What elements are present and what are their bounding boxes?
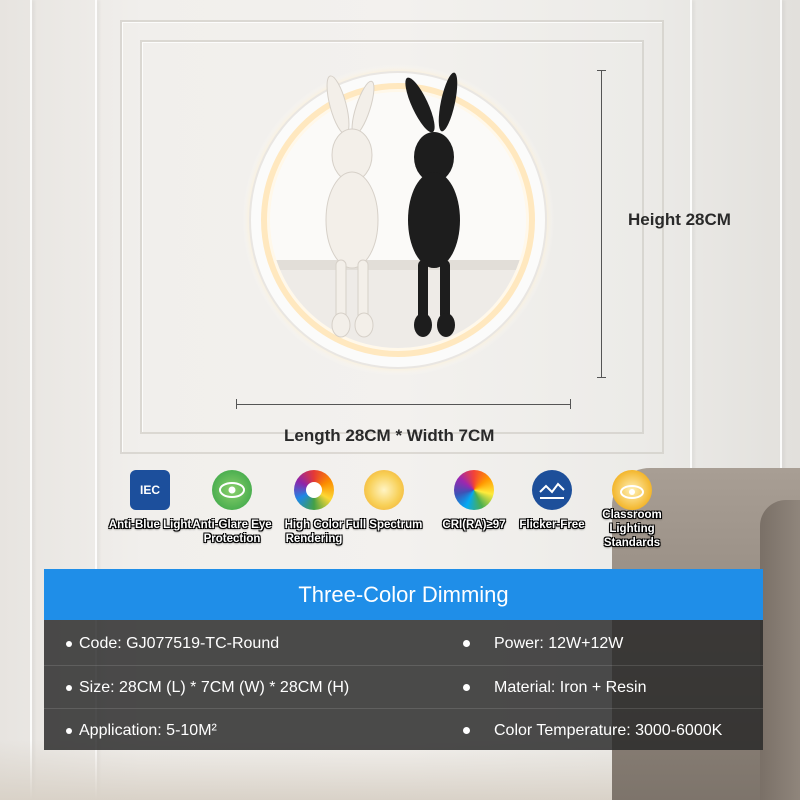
feature-label: Anti-Glare Eye Protection [192, 519, 272, 545]
spec-code: Code: GJ077519-TC-Round [66, 622, 279, 665]
dimming-banner: Three-Color Dimming [44, 569, 763, 620]
bullet-icon [66, 640, 72, 647]
spec-power: Power: 12W+12W [494, 634, 624, 652]
spec-application: Application: 5-10M² [66, 709, 217, 752]
iec-icon: IEC [130, 470, 170, 510]
spec-table: Code: GJ077519-TC-Round Power: 12W+12W S… [44, 620, 763, 750]
feature-anti-glare: Anti-Glare Eye Protection [186, 470, 278, 546]
feature-label: Classroom Lighting Standards [602, 509, 662, 549]
spec-row: Code: GJ077519-TC-Round Power: 12W+12W [44, 622, 763, 665]
height-dimension-line [601, 70, 602, 378]
feature-classroom-lighting: Classroom Lighting Standards [586, 470, 678, 550]
flicker-free-icon [532, 470, 572, 510]
classroom-lighting-icon [612, 470, 652, 510]
eye-protection-icon [212, 470, 252, 510]
spec-size: Size: 28CM (L) * 7CM (W) * 28CM (H) [66, 666, 349, 709]
wall-molding [30, 0, 32, 800]
bullet-icon [66, 727, 72, 734]
banner-title: Three-Color Dimming [298, 581, 509, 607]
wall-lamp-image [242, 64, 554, 376]
sofa-arm [760, 500, 800, 800]
bullet-icon [66, 684, 72, 691]
bullet-icon [463, 684, 470, 691]
dimension-tick [597, 70, 606, 71]
feature-badges: IEC Anti-Blue Light Anti-Glare Eye Prote… [109, 470, 672, 570]
feature-flicker-free: Flicker-Free [506, 470, 598, 532]
size-label: Length 28CM * Width 7CM [284, 426, 495, 445]
color-wheel-icon [294, 470, 334, 510]
spec-row: Application: 5-10M² Color Temperature: 3… [44, 708, 763, 752]
feature-anti-blue-light: IEC Anti-Blue Light [104, 470, 196, 532]
feature-label: Full Spectrum [345, 519, 423, 531]
dimension-tick [236, 399, 237, 409]
spec-color-temperature: Color Temperature: 3000-6000K [494, 721, 723, 739]
length-dimension-line [236, 404, 571, 405]
spec-row: Size: 28CM (L) * 7CM (W) * 28CM (H) Mate… [44, 665, 763, 709]
feature-label: Anti-Blue Light [108, 519, 192, 531]
cri-rainbow-icon [454, 470, 494, 510]
height-label: Height 28CM [628, 210, 731, 229]
bullet-icon [463, 640, 470, 647]
full-spectrum-sun-icon [364, 470, 404, 510]
feature-label: Flicker-Free [519, 519, 585, 531]
dimension-tick [570, 399, 571, 409]
spec-material: Material: Iron + Resin [494, 678, 647, 696]
feature-full-spectrum: Full Spectrum [338, 470, 430, 532]
bullet-icon [463, 727, 470, 734]
dimension-tick [597, 377, 606, 378]
